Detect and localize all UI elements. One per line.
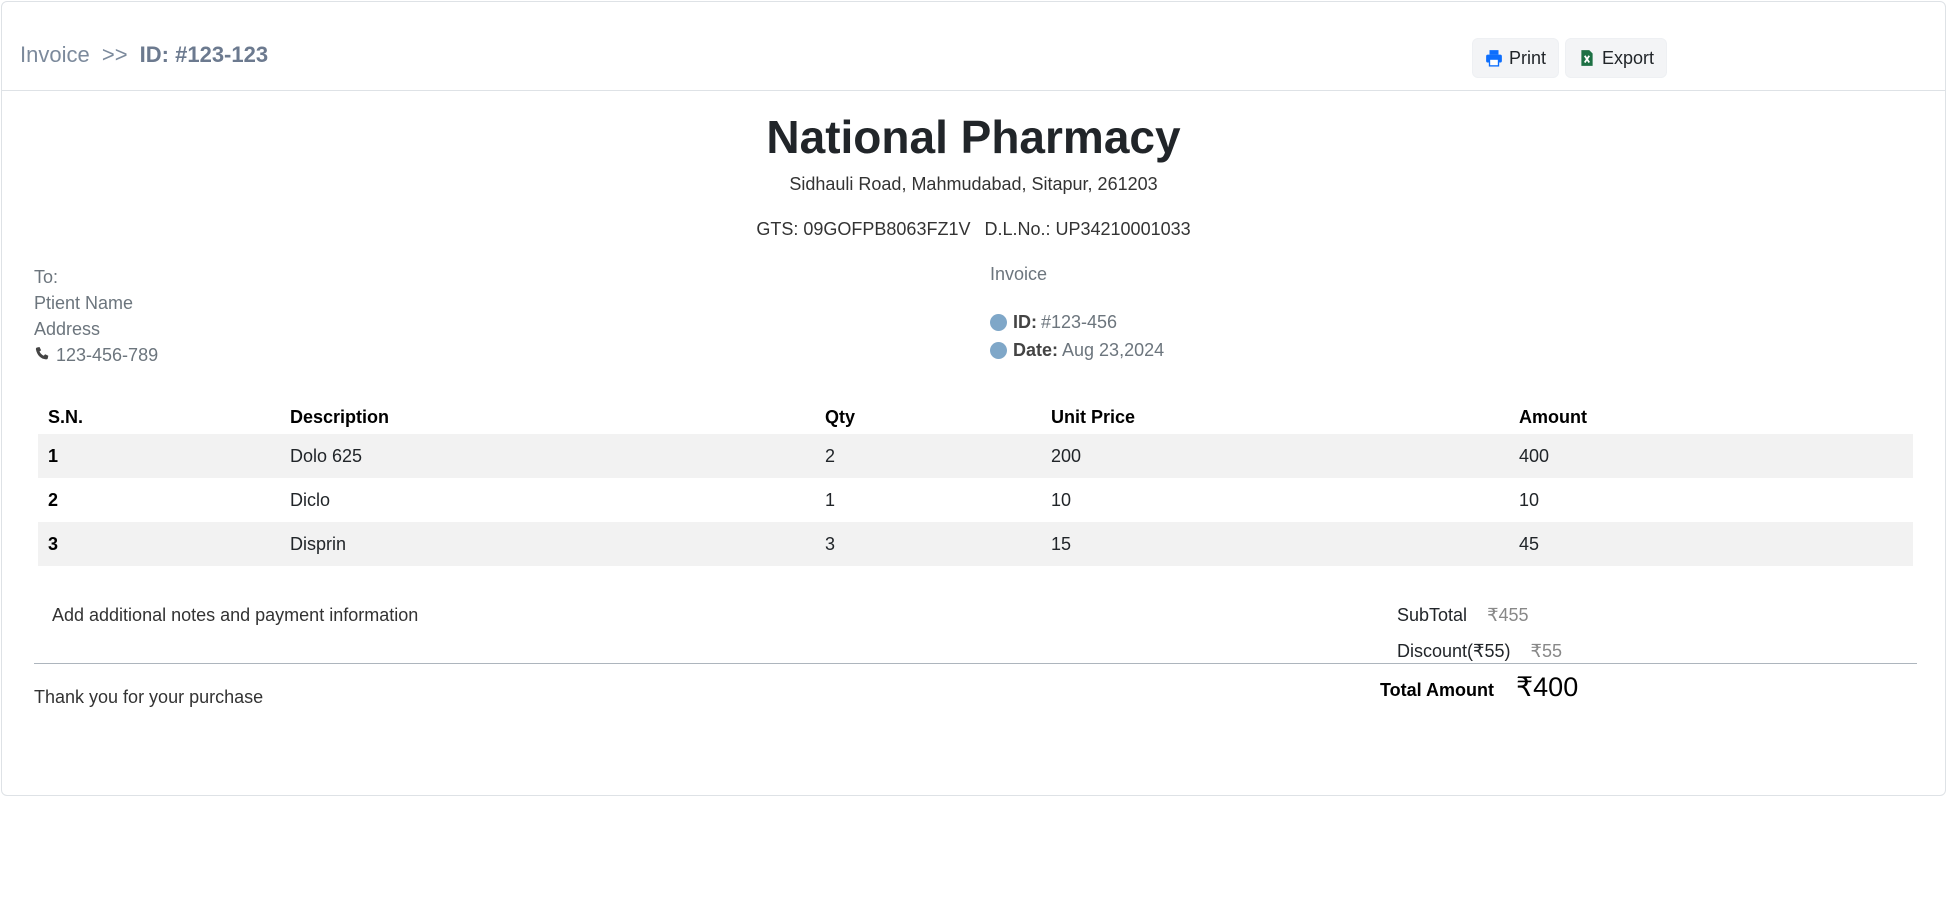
bullet-icon bbox=[990, 313, 1007, 331]
header-actions: Print Export bbox=[1472, 38, 1668, 78]
cell-sn: 1 bbox=[38, 434, 280, 478]
subtotal-row: SubTotal ₹455 bbox=[1397, 605, 1529, 626]
column-header: Unit Price bbox=[1051, 406, 1136, 427]
cell-unit-price: 10 bbox=[1051, 489, 1072, 510]
printer-icon bbox=[1485, 49, 1503, 67]
divider bbox=[34, 663, 1917, 664]
cell-qty: 1 bbox=[825, 489, 836, 510]
subtotal-value: ₹455 bbox=[1487, 605, 1529, 625]
cell-amount: 400 bbox=[1509, 434, 1913, 478]
invoice-date-label: Date: bbox=[1013, 339, 1059, 360]
patient-name: Ptient Name bbox=[34, 293, 134, 313]
patient-address: Address bbox=[34, 319, 101, 339]
cell-sn: 3 bbox=[38, 522, 280, 566]
invoice-id-row: ID: #123-456 bbox=[990, 308, 1164, 336]
total-value: ₹400 bbox=[1515, 672, 1579, 702]
column-header: Qty bbox=[825, 406, 856, 427]
column-header: Amount bbox=[1519, 406, 1587, 427]
export-button[interactable]: Export bbox=[1565, 38, 1668, 78]
cell-description: Dolo 625 bbox=[280, 434, 815, 478]
store-name: National Pharmacy bbox=[766, 111, 1181, 163]
discount-label: Discount(₹55) bbox=[1397, 641, 1511, 661]
table-row: 2 Diclo 1 10 10 bbox=[38, 478, 1913, 522]
breadcrumb-current: ID: #123-123 bbox=[139, 42, 269, 67]
print-label: Print bbox=[1509, 47, 1547, 68]
invoice-date-row: Date: Aug 23,2024 bbox=[990, 336, 1164, 364]
cell-qty: 2 bbox=[815, 434, 1041, 478]
payment-notes: Add additional notes and payment informa… bbox=[52, 605, 419, 625]
patient-phone: 123-456-789 bbox=[34, 342, 158, 368]
total-row: Total Amount ₹400 bbox=[1380, 672, 1578, 703]
breadcrumb: Invoice >> ID: #123-123 bbox=[20, 42, 268, 68]
discount-row: Discount(₹55) ₹55 bbox=[1397, 641, 1562, 662]
cell-amount: 10 bbox=[1519, 489, 1540, 510]
export-label: Export bbox=[1602, 47, 1655, 68]
cell-amount: 45 bbox=[1509, 522, 1913, 566]
bullet-icon bbox=[990, 341, 1007, 359]
table-row: 3 Disprin 3 15 45 bbox=[38, 522, 1913, 566]
gts-number: GTS: 09GOFPB8063FZ1V bbox=[756, 219, 971, 239]
cell-description: Disprin bbox=[280, 522, 815, 566]
bill-to: To: Ptient Name Address 123-456-789 bbox=[34, 264, 158, 368]
cell-unit-price: 15 bbox=[1041, 522, 1509, 566]
thank-you-message: Thank you for your purchase bbox=[34, 687, 264, 707]
cell-description: Diclo bbox=[290, 489, 331, 510]
bill-to-label: To: bbox=[34, 267, 59, 287]
discount-value: ₹55 bbox=[1530, 641, 1562, 661]
store-registration: GTS: 09GOFPB8063FZ1V D.L.No.: UP342100010… bbox=[2, 219, 1945, 240]
invoice-info: Invoice ID: #123-456 Date: Aug 23,2024 bbox=[990, 264, 1164, 364]
cell-qty: 3 bbox=[815, 522, 1041, 566]
table-row: 1 Dolo 625 2 200 400 bbox=[38, 434, 1913, 478]
invoice-label: Invoice bbox=[990, 264, 1048, 284]
dl-number: D.L.No.: UP34210001033 bbox=[984, 219, 1191, 239]
print-button[interactable]: Print bbox=[1472, 38, 1560, 78]
breadcrumb-separator: >> bbox=[101, 42, 128, 67]
invoice-id-value: #123-456 bbox=[1041, 311, 1118, 332]
store-address: Sidhauli Road, Mahmudabad, Sitapur, 2612… bbox=[789, 174, 1158, 194]
phone-icon bbox=[34, 346, 52, 364]
invoice-card: Invoice >> ID: #123-123 Print Export Nat… bbox=[1, 1, 1946, 796]
subtotal-label: SubTotal bbox=[1397, 605, 1468, 625]
items-table: S.N. Description Qty Unit Price Amount 1… bbox=[38, 400, 1913, 566]
phone-number: 123-456-789 bbox=[56, 345, 159, 365]
excel-file-icon bbox=[1578, 49, 1596, 67]
invoice-id-label: ID: bbox=[1013, 311, 1037, 332]
column-header: Description bbox=[290, 406, 390, 427]
total-label: Total Amount bbox=[1380, 680, 1494, 700]
table-header-row: S.N. Description Qty Unit Price Amount bbox=[38, 400, 1913, 434]
column-header: S.N. bbox=[48, 406, 84, 427]
invoice-date-value: Aug 23,2024 bbox=[1062, 339, 1165, 360]
cell-unit-price: 200 bbox=[1041, 434, 1509, 478]
invoice-header: Invoice >> ID: #123-123 Print Export bbox=[2, 2, 1945, 91]
breadcrumb-root[interactable]: Invoice bbox=[20, 42, 90, 67]
cell-sn: 2 bbox=[48, 489, 59, 510]
